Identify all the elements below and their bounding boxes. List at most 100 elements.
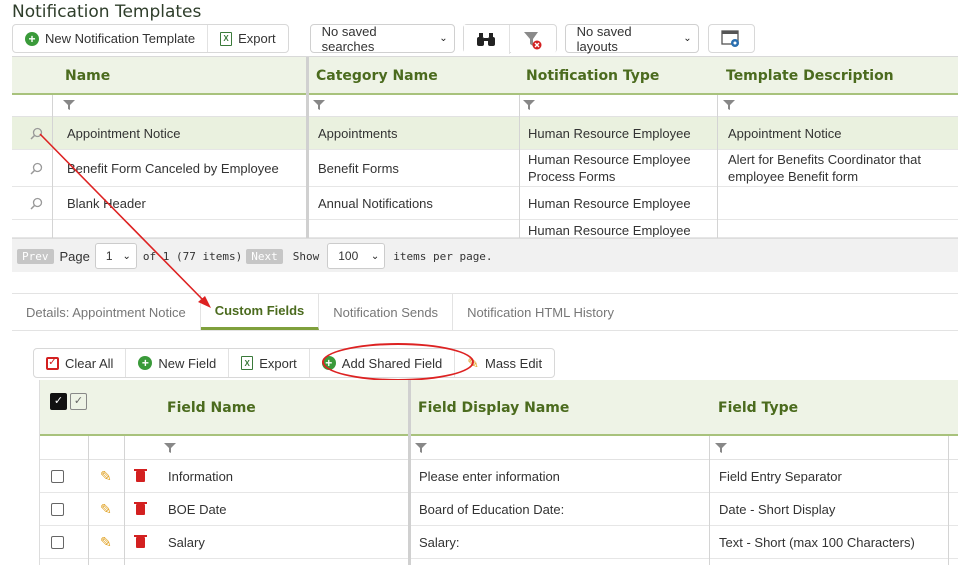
show-label: Show [292,249,320,263]
cell-category: Appointments [318,125,398,141]
table-row[interactable]: Blank Header Annual Notifications Human … [12,187,958,220]
cell-type: Human Resource Employee [528,125,691,141]
edit-icon[interactable]: ✎ [100,534,112,551]
cell-type: Human Resource Employee [528,223,691,238]
add-shared-field-label: Add Shared Field [341,355,443,371]
row-checkbox[interactable] [51,470,64,483]
new-field-label: New Field [158,355,217,371]
column-divider [52,95,53,238]
tab-custom-fields[interactable]: Custom Fields [200,294,320,330]
delete-icon[interactable] [134,535,147,548]
filter-icon[interactable] [313,99,325,111]
frozen-column-divider[interactable] [408,380,411,565]
cell-description: Appointment Notice [728,125,842,141]
column-divider [709,436,710,565]
edit-icon[interactable]: ✎ [100,468,112,485]
delete-icon[interactable] [134,469,147,482]
cell-category: Annual Notifications [318,195,433,211]
page-count: of 1 (77 items) [142,249,243,263]
column-header-field-type[interactable]: Field Type [718,380,798,436]
page-select[interactable]: 1 ⌄ [94,243,137,269]
delete-icon[interactable] [134,502,147,515]
column-divider [519,95,520,238]
filter-icon[interactable] [164,442,176,454]
select-all-icon[interactable]: ✓ [50,393,67,410]
cell-field-type: Date - Short Display [719,502,836,517]
table-row[interactable]: ✎ Salary Salary: Text - Short (max 100 C… [40,526,958,559]
column-divider [124,436,125,565]
clear-all-button[interactable]: ✓ Clear All [34,349,127,377]
edit-icon[interactable]: ✎ [100,501,112,518]
excel-icon: X [220,31,233,46]
deselect-all-icon[interactable]: ✓ [70,393,87,410]
clear-all-label: Clear All [65,355,114,371]
table-row[interactable]: ✎ BOE Date Board of Education Date: Date… [40,493,958,526]
detail-tabs: Details: Appointment Notice Custom Field… [12,293,958,331]
table-row[interactable]: Benefit Form Canceled by Employee Benefi… [12,150,958,187]
frozen-column-divider[interactable] [306,57,309,238]
custom-fields-filter-row [40,436,958,460]
table-row[interactable]: Human Resource Employee [12,220,958,238]
cell-field-name: BOE Date [168,502,227,517]
chevron-down-icon: ⌄ [439,33,448,44]
new-template-label: New Notification Template [45,31,196,46]
filter-icon[interactable] [715,442,727,454]
per-page-text: items per page. [393,249,493,263]
cell-display-name: Board of Education Date: [419,502,565,517]
custom-fields-grid: ✓ ✓ Field Name Field Display Name Field … [39,380,958,565]
plus-icon: + [138,356,153,370]
column-header-field-name[interactable]: Field Name [167,380,256,436]
prev-button[interactable]: Prev [17,248,54,264]
filter-icon[interactable] [63,99,75,111]
layout-settings-icon [721,29,740,47]
cell-name: Benefit Form Canceled by Employee [67,160,279,176]
column-divider [88,436,89,565]
table-row[interactable]: Appointment Notice Appointments Human Re… [12,117,958,150]
per-page-select[interactable]: 100 ⌄ [327,243,386,269]
per-page-value: 100 [338,249,359,263]
cell-field-type: Field Entry Separator [719,469,842,484]
custom-fields-header: ✓ ✓ Field Name Field Display Name Field … [40,380,958,436]
mass-edit-button[interactable]: ✎ Mass Edit [455,349,554,377]
zoom-icon[interactable] [30,162,43,175]
filter-icon[interactable] [415,442,427,454]
tab-notification-sends[interactable]: Notification Sends [319,294,454,330]
saved-searches-select[interactable]: No saved searches ⌄ [309,24,455,54]
export-button[interactable]: X Export [208,25,288,52]
row-checkbox[interactable] [51,536,64,549]
zoom-icon[interactable] [30,197,43,210]
new-field-button[interactable]: + New Field [126,349,230,377]
page-title: Notification Templates [12,2,202,22]
binoculars-button[interactable] [463,25,511,54]
zoom-icon[interactable] [30,127,43,140]
tab-html-history[interactable]: Notification HTML History [453,294,628,330]
column-header-type[interactable]: Notification Type [526,57,659,95]
column-header-display-name[interactable]: Field Display Name [418,380,569,436]
table-row[interactable]: ✎ Information Please enter information F… [40,460,958,493]
action-group: + New Notification Template X Export [12,24,289,53]
layout-settings-button[interactable] [707,24,755,53]
cell-field-type: Text - Short (max 100 Characters) [719,535,915,550]
new-template-button[interactable]: + New Notification Template [13,25,209,52]
column-header-name[interactable]: Name [65,57,110,95]
column-header-description[interactable]: Template Description [726,57,894,95]
export-label: Export [238,31,276,46]
tab-details[interactable]: Details: Appointment Notice [12,294,201,330]
filter-icon[interactable] [723,99,735,111]
filter-icon[interactable] [523,99,535,111]
clear-filter-button[interactable] [510,25,556,54]
cell-display-name: Salary: [419,535,460,550]
saved-layouts-select[interactable]: No saved layouts ⌄ [564,24,699,54]
add-shared-field-button[interactable]: + Add Shared Field [310,349,456,377]
templates-grid-header: Name Category Name Notification Type Tem… [12,57,958,95]
cell-type: Human Resource Employee Process Forms [528,152,691,184]
excel-icon: X [241,356,254,370]
column-divider [948,436,949,565]
mass-edit-label: Mass Edit [484,355,543,371]
row-checkbox[interactable] [51,503,64,516]
export-fields-button[interactable]: X Export [229,349,310,377]
templates-grid: Name Category Name Notification Type Tem… [12,56,958,272]
next-button[interactable]: Next [246,248,283,264]
binoculars-icon [477,33,496,46]
column-header-category[interactable]: Category Name [316,57,438,95]
